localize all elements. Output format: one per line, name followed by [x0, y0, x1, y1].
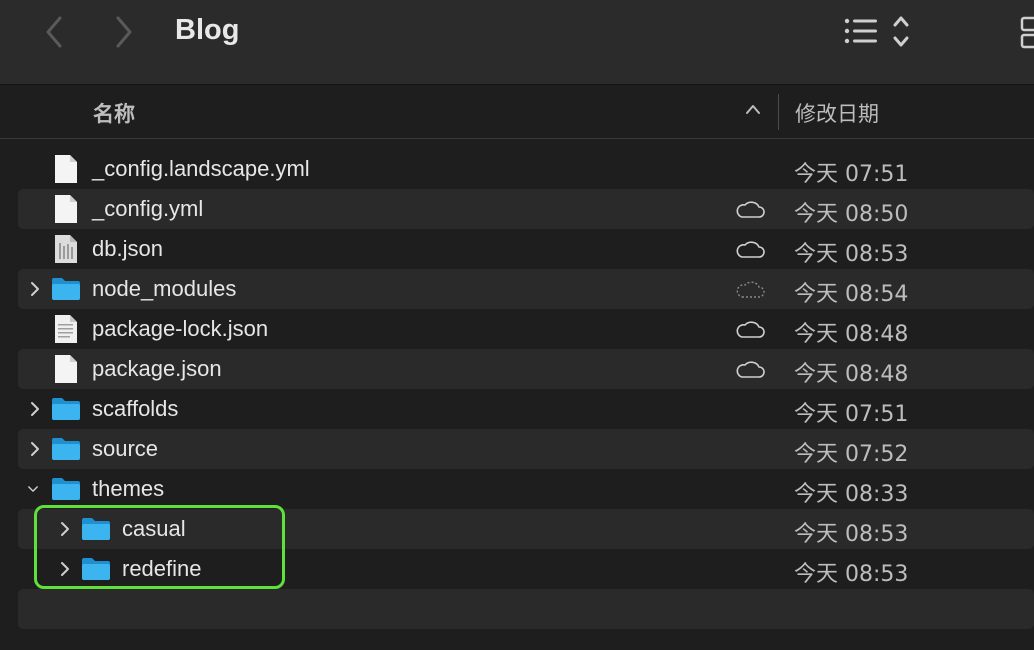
data-file-icon	[55, 235, 77, 263]
empty-row	[18, 589, 1034, 629]
item-date: 今天 08:53	[794, 522, 909, 547]
toolbar: Blog	[0, 0, 1034, 85]
chevron-up-icon	[746, 105, 760, 114]
item-name: _config.landscape.yml	[92, 156, 310, 181]
folder-icon	[52, 438, 80, 460]
name-column-header[interactable]: 名称	[93, 98, 135, 128]
item-date: 今天 07:51	[794, 162, 909, 187]
folder-icon	[52, 278, 80, 300]
list-view-icon	[844, 16, 909, 47]
sort-ascending-button[interactable]	[744, 101, 762, 124]
item-name: node_modules	[92, 276, 237, 301]
list-item[interactable]: package.json 今天 08:48	[18, 349, 1034, 389]
folder-icon	[52, 478, 80, 500]
chevron-right-icon[interactable]	[28, 439, 42, 459]
item-name: _config.yml	[92, 196, 204, 221]
item-date: 今天 08:53	[794, 242, 909, 267]
item-name: package.json	[92, 356, 222, 381]
folder-icon	[52, 398, 80, 420]
cloud-icon[interactable]	[734, 239, 766, 259]
item-name: package-lock.json	[92, 316, 269, 341]
chevron-right-icon[interactable]	[28, 399, 42, 419]
item-date: 今天 08:54	[794, 282, 909, 307]
chevron-right-icon[interactable]	[58, 559, 72, 579]
list-item[interactable]: themes 今天 08:33	[18, 469, 1034, 509]
list-item[interactable]: _config.yml 今天 08:50	[18, 189, 1034, 229]
forward-button[interactable]	[104, 12, 144, 52]
chevron-left-icon	[46, 16, 62, 48]
view-options-button[interactable]	[842, 14, 914, 55]
list-item[interactable]: db.json 今天 08:53	[18, 229, 1034, 269]
document-icon	[55, 355, 77, 383]
column-header: 名称 修改日期	[0, 85, 1034, 139]
item-date: 今天 08:33	[794, 482, 909, 507]
item-name: source	[92, 436, 159, 461]
list-item[interactable]: casual 今天 08:53	[18, 509, 1034, 549]
document-icon	[55, 195, 77, 223]
item-date: 今天 08:48	[794, 362, 909, 387]
list-item[interactable]: node_modules 今天 08:54	[18, 269, 1034, 309]
back-button[interactable]	[34, 12, 74, 52]
list-item[interactable]: package-lock.json 今天 08:48	[18, 309, 1034, 349]
item-name: redefine	[122, 556, 202, 581]
column-divider[interactable]	[778, 94, 779, 130]
document-icon	[55, 155, 77, 183]
list-item[interactable]: _config.landscape.yml 今天 07:51	[18, 149, 1034, 189]
item-date: 今天 08:53	[794, 562, 909, 587]
item-name: db.json	[92, 236, 163, 261]
chevron-right-icon[interactable]	[58, 519, 72, 539]
chevron-right-icon	[116, 16, 132, 48]
window-title: Blog	[175, 14, 240, 46]
list-item[interactable]: scaffolds 今天 07:51	[18, 389, 1034, 429]
cloud-icon[interactable]	[734, 359, 766, 379]
list-item[interactable]: redefine 今天 08:53	[18, 549, 1034, 589]
cloud-icon[interactable]	[734, 199, 766, 219]
gallery-view-button[interactable]	[1020, 14, 1034, 55]
cloud-icon[interactable]	[734, 319, 766, 339]
date-modified-column-header[interactable]: 修改日期	[795, 98, 879, 128]
folder-icon	[82, 518, 110, 540]
cloud-dashed-icon[interactable]	[734, 279, 766, 299]
item-name: casual	[122, 516, 186, 541]
chevron-right-icon[interactable]	[28, 279, 42, 299]
item-name: themes	[92, 476, 165, 501]
folder-icon	[82, 558, 110, 580]
list-item[interactable]: source 今天 07:52	[18, 429, 1034, 469]
item-date: 今天 08:50	[794, 202, 909, 227]
item-date: 今天 07:51	[794, 402, 909, 427]
item-date: 今天 07:52	[794, 442, 909, 467]
item-date: 今天 08:48	[794, 322, 909, 347]
grid-view-icon	[1020, 16, 1034, 49]
item-name: scaffolds	[92, 396, 179, 421]
data-file-icon	[55, 315, 77, 343]
chevron-down-icon[interactable]	[26, 479, 40, 499]
